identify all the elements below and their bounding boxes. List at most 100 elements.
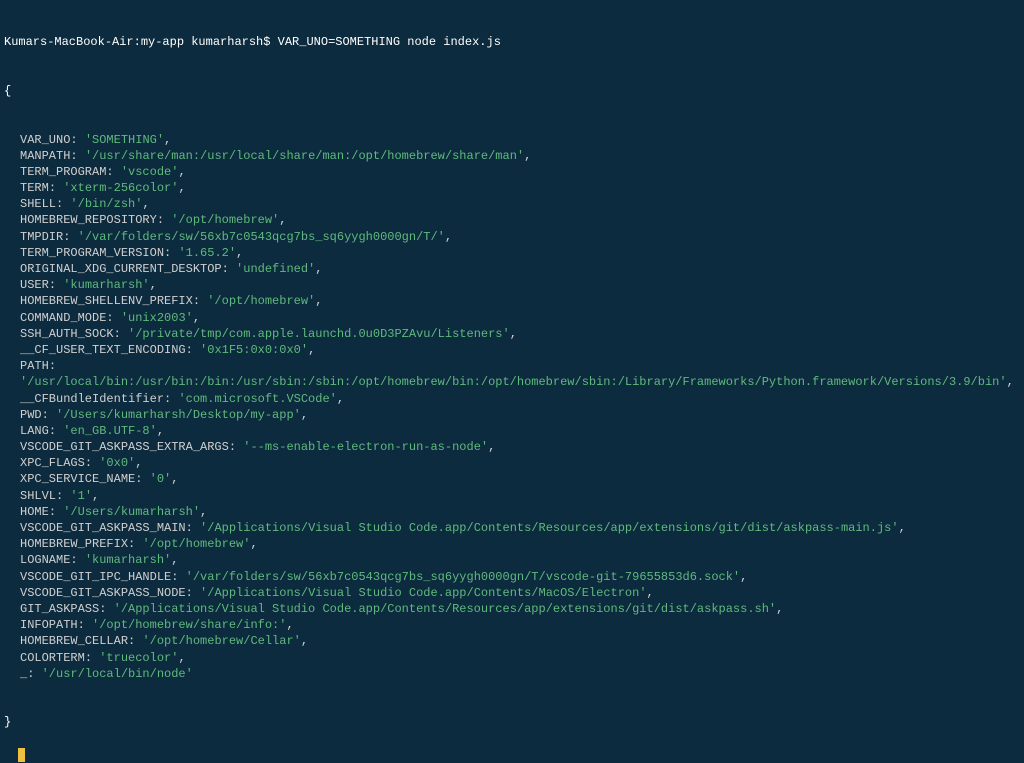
env-line: TERM_PROGRAM: 'vscode', [4,164,1020,180]
colon-separator: : [42,408,56,422]
colon-separator: : [78,618,92,632]
env-key: VSCODE_GIT_IPC_HANDLE [20,570,171,584]
env-key: XPC_SERVICE_NAME [20,472,135,486]
env-value: '/var/folders/sw/56xb7c0543qcg7bs_sq6yyg… [186,570,741,584]
trailing-comma: , [150,278,157,292]
env-line: __CFBundleIdentifier: 'com.microsoft.VSC… [4,391,1020,407]
prompt-line: Kumars-MacBook-Air:my-app kumarharsh$ VA… [4,34,1020,50]
colon-separator: : [222,262,236,276]
env-line: HOMEBREW_CELLAR: '/opt/homebrew/Cellar', [4,633,1020,649]
trailing-comma: , [1007,375,1014,389]
trailing-comma: , [178,181,185,195]
colon-separator: : [114,327,128,341]
trailing-comma: , [171,553,178,567]
env-line: VSCODE_GIT_ASKPASS_EXTRA_ARGS: '--ms-ena… [4,439,1020,455]
colon-separator: : [56,197,70,211]
env-value: '0x1F5:0x0:0x0' [200,343,308,357]
env-value: 'com.microsoft.VSCode' [178,392,336,406]
env-line: TERM_PROGRAM_VERSION: '1.65.2', [4,245,1020,261]
env-line: VSCODE_GIT_IPC_HANDLE: '/var/folders/sw/… [4,569,1020,585]
env-key: XPC_FLAGS [20,456,85,470]
object-close-brace: } [4,714,1020,730]
env-value: '/opt/homebrew' [142,537,250,551]
env-value: '/usr/share/man:/usr/local/share/man:/op… [85,149,524,163]
env-key: TMPDIR [20,230,63,244]
trailing-comma: , [92,489,99,503]
env-value: '/private/tmp/com.apple.launchd.0u0D3PZA… [128,327,510,341]
env-key: COMMAND_MODE [20,311,106,325]
env-key: SHLVL [20,489,56,503]
colon-separator: : [27,667,41,681]
env-key: HOME [20,505,49,519]
env-value: '/Users/kumarharsh/Desktop/my-app' [56,408,301,422]
colon-separator: : [164,246,178,260]
colon-separator: : [186,586,200,600]
env-value: '/Applications/Visual Studio Code.app/Co… [200,521,899,535]
colon-separator: : [128,537,142,551]
env-key: ORIGINAL_XDG_CURRENT_DESKTOP [20,262,222,276]
colon-separator: : [49,505,63,519]
env-value: 'kumarharsh' [63,278,149,292]
colon-separator: : [135,472,149,486]
env-value: '1' [70,489,92,503]
object-open-brace: { [4,83,1020,99]
trailing-comma: , [337,392,344,406]
trailing-comma: , [315,294,322,308]
colon-separator: : [193,294,207,308]
env-key: TERM_PROGRAM [20,165,106,179]
env-key: VSCODE_GIT_ASKPASS_NODE [20,586,186,600]
trailing-comma: , [315,262,322,276]
env-line: LOGNAME: 'kumarharsh', [4,552,1020,568]
colon-separator: : [56,489,70,503]
trailing-comma: , [286,618,293,632]
env-value: 'unix2003' [121,311,193,325]
env-line: VAR_UNO: 'SOMETHING', [4,132,1020,148]
env-value: '0' [150,472,172,486]
env-value: 'vscode' [121,165,179,179]
trailing-comma: , [178,165,185,179]
colon-separator: : [106,311,120,325]
trailing-comma: , [279,213,286,227]
env-line: COMMAND_MODE: 'unix2003', [4,310,1020,326]
env-line: ORIGINAL_XDG_CURRENT_DESKTOP: 'undefined… [4,261,1020,277]
env-key: VAR_UNO [20,133,70,147]
env-line: HOMEBREW_REPOSITORY: '/opt/homebrew', [4,212,1020,228]
terminal-cursor [18,748,25,762]
trailing-comma: , [193,311,200,325]
colon-separator: : [164,392,178,406]
colon-separator: : [70,133,84,147]
env-line: SHELL: '/bin/zsh', [4,196,1020,212]
env-value: 'undefined' [236,262,315,276]
env-line: LANG: 'en_GB.UTF-8', [4,423,1020,439]
colon-separator: : [186,343,200,357]
colon-separator: : [49,278,63,292]
env-key: COLORTERM [20,651,85,665]
trailing-comma: , [178,651,185,665]
env-key: PATH [20,359,49,373]
colon-separator: : [186,521,200,535]
trailing-comma: , [236,246,243,260]
env-line: TMPDIR: '/var/folders/sw/56xb7c0543qcg7b… [4,229,1020,245]
env-line: INFOPATH: '/opt/homebrew/share/info:', [4,617,1020,633]
trailing-comma: , [171,472,178,486]
terminal-output[interactable]: Kumars-MacBook-Air:my-app kumarharsh$ VA… [4,2,1020,763]
env-line: XPC_FLAGS: '0x0', [4,455,1020,471]
env-value: '/opt/homebrew' [207,294,315,308]
env-value: '/usr/local/bin:/usr/bin:/bin:/usr/sbin:… [20,375,1007,389]
env-key: USER [20,278,49,292]
colon-separator: : [106,165,120,179]
env-value: '/bin/zsh' [70,197,142,211]
env-key: TERM [20,181,49,195]
env-line: XPC_SERVICE_NAME: '0', [4,471,1020,487]
env-value: '/Users/kumarharsh' [63,505,200,519]
trailing-comma: , [301,634,308,648]
env-key: __CF_USER_TEXT_ENCODING [20,343,186,357]
env-line: HOME: '/Users/kumarharsh', [4,504,1020,520]
env-key: _ [20,667,27,681]
env-key: LOGNAME [20,553,70,567]
env-key: PWD [20,408,42,422]
env-key: VSCODE_GIT_ASKPASS_MAIN [20,521,186,535]
trailing-comma: , [510,327,517,341]
colon-separator: : [157,213,171,227]
env-key: HOMEBREW_REPOSITORY [20,213,157,227]
